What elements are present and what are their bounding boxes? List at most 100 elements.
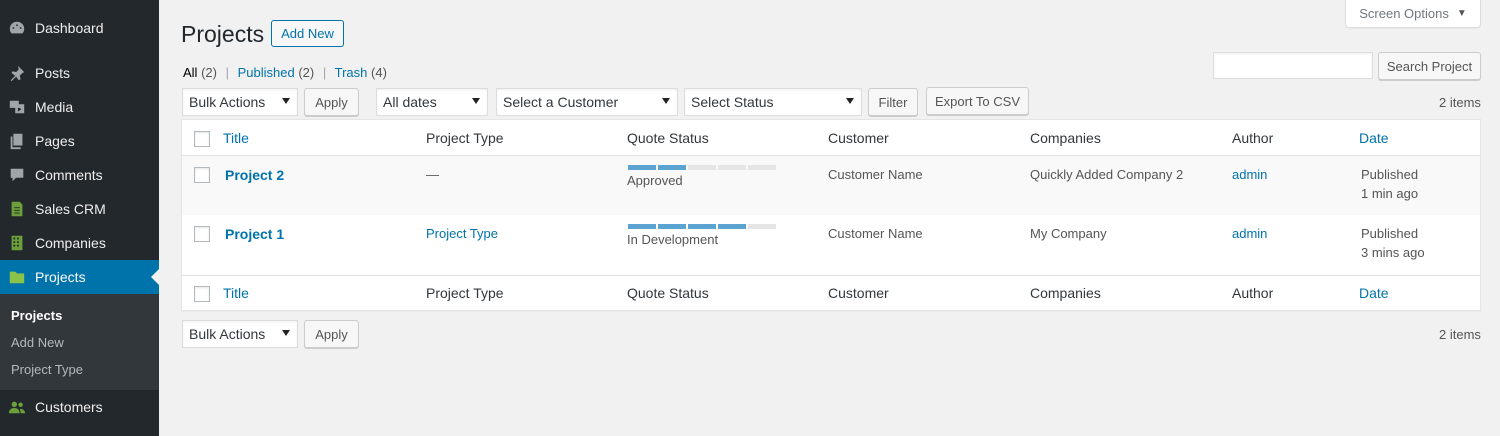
date-value: 1 min ago: [1361, 186, 1419, 201]
table-row: Project 1 Project Type In Development Cu…: [182, 215, 1480, 274]
progress-segment: [718, 224, 746, 229]
dropdown-arrow-icon: [846, 98, 854, 104]
progress-segment: [688, 165, 716, 170]
menu-media[interactable]: Media: [0, 90, 159, 124]
projects-table: Title Project Type Quote Status Customer…: [181, 119, 1481, 311]
dropdown-arrow-icon: [472, 98, 480, 104]
view-separator: |: [322, 65, 327, 80]
view-all[interactable]: All: [183, 65, 197, 80]
apply-button-top[interactable]: Apply: [304, 88, 359, 116]
apply-button-bottom[interactable]: Apply: [304, 320, 359, 348]
export-csv-button[interactable]: Export To CSV: [926, 87, 1029, 115]
select-all-checkbox[interactable]: [194, 131, 210, 147]
column-author: Author: [1232, 130, 1274, 146]
menu-customers[interactable]: Customers: [0, 390, 159, 424]
date-filter-label: All dates: [383, 94, 437, 110]
bulk-actions-select-top[interactable]: Bulk Actions: [182, 88, 298, 116]
menu-sales-crm-label: Sales CRM: [35, 201, 106, 217]
column-title-footer[interactable]: Title: [223, 285, 249, 301]
bulk-actions-label: Bulk Actions: [189, 94, 266, 110]
progress-segment: [658, 224, 686, 229]
dashboard-icon: [7, 18, 27, 38]
view-trash[interactable]: Trash: [335, 65, 368, 80]
row-checkbox[interactable]: [194, 226, 210, 242]
author-link[interactable]: admin: [1232, 167, 1267, 182]
date-value: 3 mins ago: [1361, 245, 1425, 260]
quote-progress-bar: [628, 165, 776, 170]
column-customer-footer: Customer: [828, 285, 889, 301]
project-title-link[interactable]: Project 1: [225, 226, 284, 242]
submenu-project-type[interactable]: Project Type: [11, 362, 83, 377]
progress-segment: [748, 165, 776, 170]
customer-filter-select[interactable]: Select a Customer: [496, 88, 678, 116]
status-filter-select[interactable]: Select Status: [684, 88, 862, 116]
project-title-link[interactable]: Project 2: [225, 167, 284, 183]
customer-name: Customer Name: [828, 226, 923, 241]
column-date[interactable]: Date: [1359, 130, 1389, 146]
filter-button[interactable]: Filter: [868, 88, 918, 116]
column-title[interactable]: Title: [223, 130, 249, 146]
progress-segment: [628, 165, 656, 170]
menu-comments[interactable]: Comments: [0, 158, 159, 192]
search-project-button[interactable]: Search Project: [1378, 52, 1481, 80]
submenu-add-new[interactable]: Add New: [11, 335, 64, 350]
menu-posts[interactable]: Posts: [0, 56, 159, 90]
status-views: All (2) | Published (2) | Trash (4): [183, 65, 387, 80]
author-link[interactable]: admin: [1232, 226, 1267, 241]
row-checkbox[interactable]: [194, 167, 210, 183]
quote-status-label: Approved: [627, 173, 683, 188]
column-quote-status: Quote Status: [627, 130, 709, 146]
add-new-button[interactable]: Add New: [271, 20, 344, 47]
date-status: Published: [1361, 226, 1419, 241]
items-count-top: 2 items: [1439, 95, 1481, 110]
menu-sales-crm[interactable]: Sales CRM: [0, 192, 159, 226]
column-project-type: Project Type: [426, 130, 504, 146]
progress-segment: [748, 224, 776, 229]
column-date-footer[interactable]: Date: [1359, 285, 1389, 301]
dropdown-arrow-icon: [662, 98, 670, 104]
view-published-count: (2): [298, 65, 315, 80]
customer-filter-label: Select a Customer: [503, 94, 619, 110]
company-name: Quickly Added Company 2: [1030, 167, 1184, 182]
pin-icon: [7, 63, 27, 83]
search-input[interactable]: [1213, 52, 1373, 79]
quote-progress-bar: [628, 224, 776, 229]
column-companies-footer: Companies: [1030, 285, 1101, 301]
menu-customers-label: Customers: [35, 399, 103, 415]
menu-pages[interactable]: Pages: [0, 124, 159, 158]
folder-icon: [7, 267, 27, 287]
table-row: Project 2 — Approved Customer Name Quick…: [182, 156, 1480, 215]
progress-segment: [688, 224, 716, 229]
bulk-actions-select-bottom[interactable]: Bulk Actions: [182, 320, 298, 348]
menu-companies-label: Companies: [35, 235, 106, 251]
screen-options-button[interactable]: Screen Options ▼: [1345, 0, 1481, 28]
project-type: —: [426, 167, 439, 182]
menu-projects[interactable]: Projects: [0, 260, 159, 294]
building-icon: [7, 233, 27, 253]
screen-options-label: Screen Options: [1359, 6, 1449, 21]
menu-posts-label: Posts: [35, 65, 71, 81]
project-type-link[interactable]: Project Type: [426, 226, 498, 241]
menu-dashboard-label: Dashboard: [35, 20, 104, 36]
view-all-count: (2): [201, 65, 217, 80]
column-companies: Companies: [1030, 130, 1101, 146]
column-quote-status-footer: Quote Status: [627, 285, 709, 301]
comment-icon: [7, 165, 27, 185]
progress-segment: [718, 165, 746, 170]
view-published[interactable]: Published: [238, 65, 295, 80]
view-separator: |: [225, 65, 229, 80]
menu-projects-label: Projects: [35, 269, 86, 285]
table-footer: Title Project Type Quote Status Customer…: [182, 275, 1480, 311]
users-icon: [7, 397, 27, 417]
progress-segment: [628, 224, 656, 229]
select-all-checkbox-footer[interactable]: [194, 286, 210, 302]
date-filter-select[interactable]: All dates: [376, 88, 488, 116]
media-icon: [7, 97, 27, 117]
menu-companies[interactable]: Companies: [0, 226, 159, 260]
company-name: My Company: [1030, 226, 1107, 241]
menu-dashboard[interactable]: Dashboard: [0, 11, 159, 45]
column-author-footer: Author: [1232, 285, 1274, 301]
page-title: Projects: [181, 21, 265, 47]
items-count-bottom: 2 items: [1439, 327, 1481, 342]
submenu-projects[interactable]: Projects: [11, 308, 62, 323]
